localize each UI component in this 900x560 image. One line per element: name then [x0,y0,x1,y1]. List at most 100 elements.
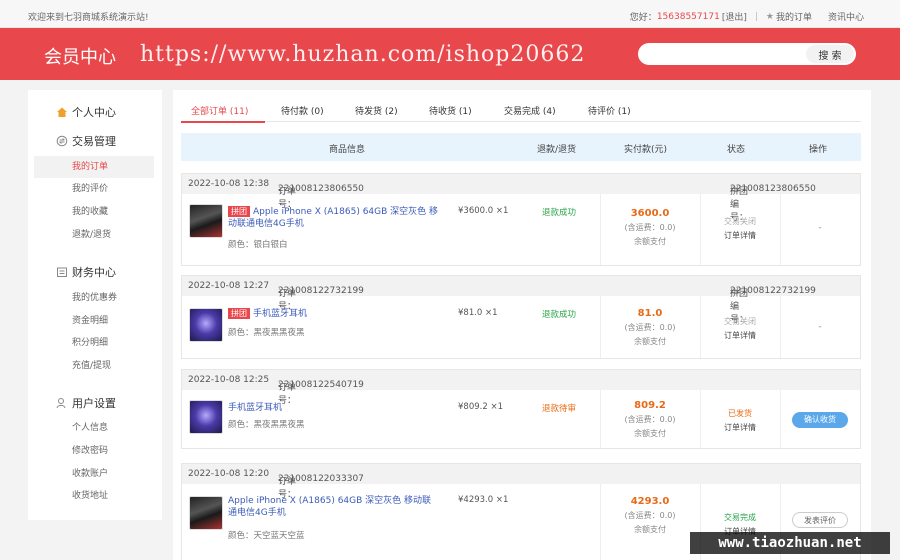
logout-link[interactable]: [退出] [722,10,747,23]
sidebar-item-change-password[interactable]: 修改密码 [34,440,154,462]
search-box: 搜 索 [638,43,856,65]
tab-count: (11) [229,107,249,117]
order-body: 拼团 Apple iPhone X (A1865) 64GB 深空灰色 移动联通电… [182,194,860,265]
sidebar-personal-center[interactable]: 个人中心 [56,104,116,120]
payment-cell: 81.0 (含运费：0.0) 余额支付 [600,308,700,347]
sidebar-item-my-reviews[interactable]: 我的评价 [34,178,154,200]
order-detail-link[interactable]: 订单详情 [700,230,780,241]
order-detail-link[interactable]: 订单详情 [700,422,780,433]
product-name-link[interactable]: 拼团 手机蓝牙耳机 [228,308,438,320]
watermark-text: https://www.huzhan.com/ishop20662 [140,42,586,67]
paid-amount: 3600.0 [630,208,670,219]
user-phone-link[interactable]: 15638557171 [657,12,720,22]
group-buy-badge: 拼团 [228,206,250,217]
sidebar: 个人中心 交易管理 我的订单 我的评价 我的收藏 退款/退货 财务中心 我的优惠… [28,90,162,520]
unit-price: ¥809.2 ×1 [458,402,503,412]
order-tabs: 全部订单 (11) 待付款 (0) 待发货 (2) 待收货 (1) 交易完成 (… [181,100,861,123]
order-number-value: 221008122033307 [278,474,364,484]
payment-method: 余额支付 [634,237,666,246]
tab-label: 待收货 [429,107,457,117]
tab-all-orders[interactable]: 全部订单 (11) [191,104,248,117]
sidebar-item-coupons[interactable]: 我的优惠券 [34,287,154,309]
header-paid: 实付款(元) [624,145,668,155]
product-name: 手机蓝牙耳机 [228,403,283,413]
order-header: 2022-10-08 12:25 订单号： 221008122540719 [182,370,860,406]
action-cell: 确认收货 [780,412,860,428]
sidebar-item-points-details[interactable]: 积分明细 [34,332,154,354]
order-row: 2022-10-08 12:27 订单号： 221008122732199 拼团编… [181,275,861,359]
price-value: ¥3600.0 [458,206,494,216]
page-title: 会员中心 [44,47,116,68]
order-time: 2022-10-08 12:20 [188,469,270,479]
sidebar-item-addresses[interactable]: 收货地址 [34,485,154,507]
product-name-link[interactable]: Apple iPhone X (A1865) 64GB 深空灰色 移动联通电信4… [228,495,438,519]
sidebar-item-my-orders[interactable]: 我的订单 [34,156,154,178]
header-product-info: 商品信息 [329,145,366,155]
product-attr: 颜色：黑夜黑黑夜黑 [228,420,305,430]
action-cell: 发表评价 [780,512,860,528]
sidebar-item-recharge[interactable]: 充值/提现 [34,355,154,377]
tab-completed[interactable]: 交易完成 (4) [504,104,556,117]
shipping-fee: (含运费：0.0) [624,223,676,232]
product-image[interactable] [189,308,223,342]
tab-pending-receipt[interactable]: 待收货 (1) [429,104,472,117]
star-icon: ★ [765,11,774,22]
confirm-receipt-button[interactable]: 确认收货 [792,412,848,428]
order-detail-link[interactable]: 订单详情 [700,330,780,341]
tab-pending-payment[interactable]: 待付款 (0) [281,104,324,117]
tab-count: (4) [542,107,556,117]
payment-method: 余额支付 [634,525,666,534]
tab-label: 待评价 [588,107,616,117]
tab-pending-shipment[interactable]: 待发货 (2) [355,104,398,117]
product-image[interactable] [189,204,223,238]
sidebar-item-refunds[interactable]: 退款/退货 [34,224,154,246]
product-name-link[interactable]: 手机蓝牙耳机 [228,402,438,414]
price-value: ¥809.2 [458,402,488,412]
greeting-text: 您好： [629,13,657,23]
site-watermark: www.tiaozhuan.net [690,532,890,554]
header-refund: 退款/退货 [537,145,577,155]
quantity: ×1 [490,402,503,412]
tab-label: 交易完成 [504,107,541,117]
my-orders-link[interactable]: 我的订单 [776,10,812,23]
tab-label: 待付款 [281,107,309,117]
sidebar-item-profile[interactable]: 个人信息 [34,417,154,439]
payment-cell: 4293.0 (含运费：0.0) 余额支付 [600,496,700,535]
search-input[interactable] [650,47,800,61]
tab-pending-review[interactable]: 待评价 (1) [588,104,631,117]
write-review-button[interactable]: 发表评价 [792,512,848,528]
news-center-link[interactable]: 资讯中心 [828,10,864,23]
exchange-icon [56,135,68,147]
order-row: 2022-10-08 12:25 订单号： 221008122540719 手机蓝… [181,369,861,449]
tab-count: (1) [617,107,631,117]
order-row: 2022-10-08 12:38 订单号： 221008123806550 拼团编… [181,173,861,266]
product-image[interactable] [189,400,223,434]
order-status: 交易完成 [724,513,756,522]
top-bar: 欢迎来到七羽商城系统演示站! 您好： 15638557171 [退出] | ★ … [0,0,900,28]
sidebar-item-payout-account[interactable]: 收款账户 [34,463,154,485]
order-number-value: 221008123806550 [278,184,364,194]
sidebar-item-my-favorites[interactable]: 我的收藏 [34,201,154,223]
sidebar-group-trade: 交易管理 [56,133,116,149]
header-banner: 会员中心 https://www.huzhan.com/ishop20662 搜… [0,28,900,80]
payment-method: 余额支付 [634,429,666,438]
paid-amount: 809.2 [634,400,666,411]
sidebar-item-fund-details[interactable]: 资金明细 [34,310,154,332]
product-image[interactable] [189,496,223,530]
tab-count: (0) [310,107,324,117]
sidebar-personal-center-label: 个人中心 [72,106,116,119]
table-header: 商品信息 退款/退货 实付款(元) 状态 操作 [181,133,861,161]
divider: | [754,11,758,22]
header-actions: 操作 [809,145,828,155]
product-name-link[interactable]: 拼团 Apple iPhone X (A1865) 64GB 深空灰色 移动联通电… [228,206,438,230]
product-name: Apple iPhone X (A1865) 64GB 深空灰色 移动联通电信4… [228,207,439,229]
status-cell: 已发货 订单详情 [700,408,780,433]
order-status: 交易关闭 [724,217,756,226]
group-buy-badge: 拼团 [228,308,250,319]
order-time: 2022-10-08 12:27 [188,281,270,291]
payment-cell: 3600.0 (含运费：0.0) 余额支付 [600,208,700,247]
search-button[interactable]: 搜 索 [806,45,854,63]
refund-status: 退款成功 [542,310,577,320]
orders-panel: 全部订单 (11) 待付款 (0) 待发货 (2) 待收货 (1) 交易完成 (… [173,90,871,560]
refund-status: 退款待审 [542,404,577,414]
